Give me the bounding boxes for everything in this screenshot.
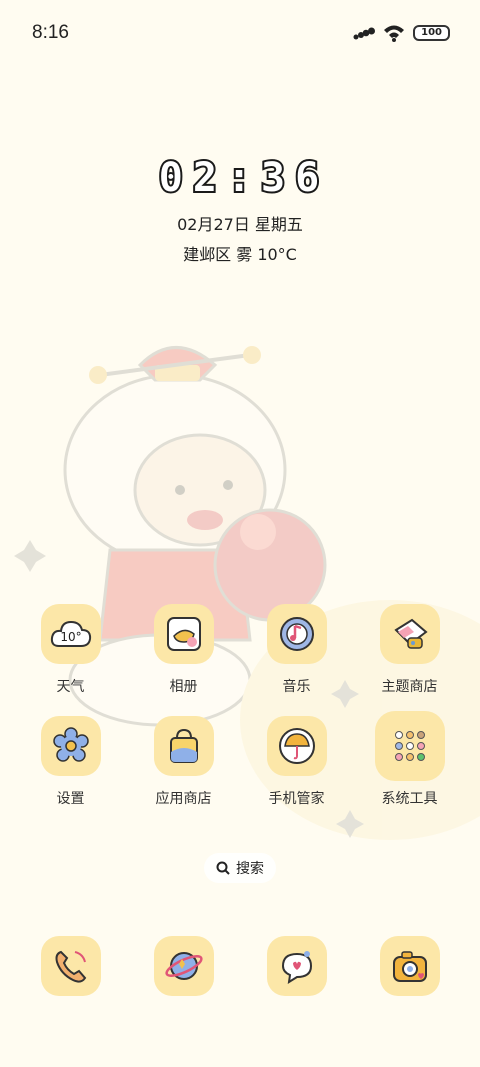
app-phone-manager[interactable]: 手机管家 — [240, 716, 353, 808]
status-bar: 8:16 100 — [0, 0, 480, 68]
clock-colon: : — [225, 153, 254, 203]
search-button[interactable]: 搜索 — [204, 853, 276, 883]
status-icons: 100 — [353, 24, 450, 42]
search-label: 搜索 — [236, 861, 264, 877]
gear-flower-icon[interactable] — [40, 716, 101, 776]
message-bubble-icon[interactable] — [266, 936, 327, 996]
camera-icon[interactable] — [379, 936, 440, 996]
wifi-icon — [384, 25, 405, 42]
app-label: 设置 — [56, 791, 85, 807]
app-label: 相册 — [169, 679, 198, 695]
app-label: 手机管家 — [268, 791, 325, 807]
dock-camera[interactable] — [353, 936, 466, 996]
music-disc-icon[interactable] — [266, 604, 327, 664]
search-icon — [216, 861, 230, 875]
clock-digit: 0 — [157, 153, 185, 203]
umbrella-icon[interactable] — [266, 716, 327, 776]
app-grid: 10° 天气 相册 音乐 主题商店 设置 应用商店 手机管家 系统工具 — [14, 604, 466, 808]
clock-weather: 建邺区 雾 10°C — [183, 245, 297, 264]
folder-grid-icon[interactable] — [374, 711, 445, 781]
app-label: 主题商店 — [381, 679, 438, 695]
app-gallery[interactable]: 相册 — [127, 604, 240, 696]
app-app-store[interactable]: 应用商店 — [127, 716, 240, 808]
clock-digit: 3 — [259, 153, 288, 203]
dock-messages[interactable] — [240, 936, 353, 996]
cloud-10-icon[interactable]: 10° — [40, 604, 101, 664]
clock-time: 02:36 — [0, 153, 480, 203]
theme-store-icon[interactable] — [379, 604, 440, 664]
clock-widget[interactable]: 02:36 02月27日 星期五 建邺区 雾 10°C — [0, 153, 480, 265]
app-label: 应用商店 — [155, 791, 212, 807]
app-settings[interactable]: 设置 — [14, 716, 127, 808]
dock-phone[interactable] — [14, 936, 127, 996]
app-weather[interactable]: 10° 天气 — [14, 604, 127, 696]
clock-date: 02月27日 星期五 — [177, 215, 303, 234]
battery-indicator: 100 — [413, 25, 450, 41]
app-music[interactable]: 音乐 — [240, 604, 353, 696]
signal-icon — [353, 27, 376, 40]
gallery-icon[interactable] — [153, 604, 214, 664]
phone-icon[interactable] — [40, 936, 101, 996]
clock-digit: 6 — [293, 153, 322, 203]
shopping-bag-icon[interactable] — [153, 716, 214, 776]
planet-icon[interactable] — [153, 936, 214, 996]
app-label: 音乐 — [282, 679, 311, 695]
weather-badge: 10° — [60, 630, 81, 644]
app-label: 系统工具 — [381, 791, 438, 807]
clock-digit: 2 — [191, 153, 219, 203]
dock — [14, 936, 466, 996]
app-theme-store[interactable]: 主题商店 — [353, 604, 466, 696]
app-label: 天气 — [56, 679, 85, 695]
app-system-tools[interactable]: 系统工具 — [353, 711, 466, 808]
dock-browser[interactable] — [127, 936, 240, 996]
status-time: 8:16 — [32, 22, 69, 43]
